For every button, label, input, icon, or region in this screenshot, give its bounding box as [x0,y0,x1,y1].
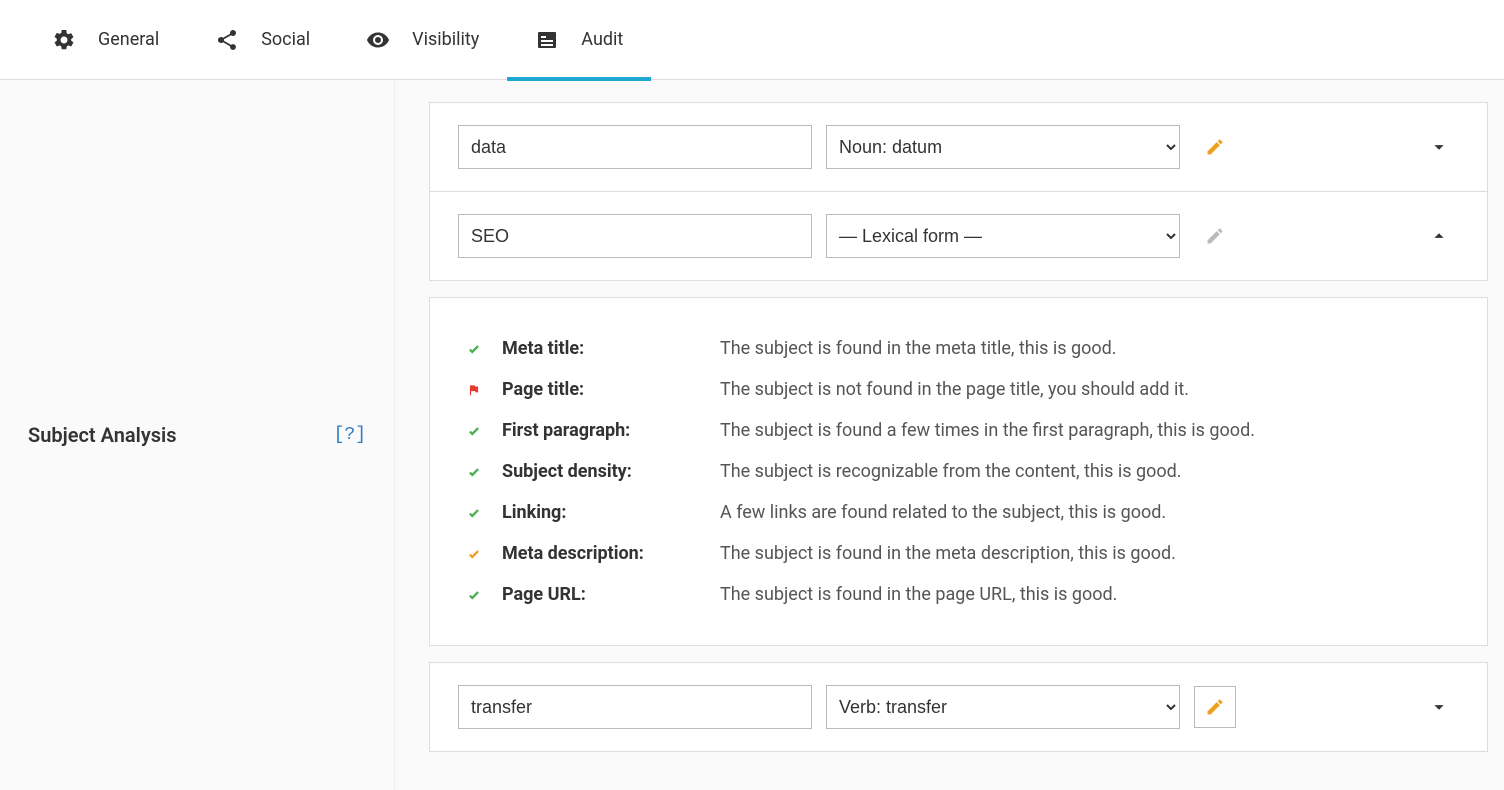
analysis-row: Page title: The subject is not found in … [464,369,1453,410]
analysis-row: Subject density: The subject is recogniz… [464,451,1453,492]
tab-visibility[interactable]: Visibility [338,0,507,80]
subject-block: Verb: transfer [429,662,1488,752]
subject-row: — Lexical form — [430,191,1487,280]
sidebar: Subject Analysis [?] [0,80,395,790]
help-link[interactable]: [?] [334,425,366,445]
tab-label: Visibility [412,29,479,50]
subject-term-input[interactable] [458,214,812,258]
flag-icon [464,379,484,397]
analysis-row: First paragraph: The subject is found a … [464,410,1453,451]
pencil-icon[interactable] [1194,686,1236,728]
analysis-message: The subject is found in the meta title, … [720,338,1453,359]
subject-lex-select[interactable]: Noun: datum [826,125,1180,169]
pencil-icon [1194,215,1236,257]
analysis-label: Linking: [502,502,702,523]
pencil-icon[interactable] [1194,126,1236,168]
share-icon [215,28,239,52]
analysis-message: The subject is recognizable from the con… [720,461,1453,482]
eye-icon [366,28,390,52]
analysis-row: Linking: A few links are found related t… [464,492,1453,533]
analysis-message: The subject is found in the page URL, th… [720,584,1453,605]
check-icon [464,584,484,602]
tab-audit[interactable]: Audit [507,0,651,80]
tab-label: Audit [581,29,623,50]
analysis-label: Page title: [502,379,702,400]
subject-block: Noun: datum — Lexical form — [429,102,1488,281]
analysis-label: Meta title: [502,338,702,359]
analysis-label: Meta description: [502,543,702,564]
tab-label: General [98,29,159,50]
check-icon [464,420,484,438]
analysis-row: Page URL: The subject is found in the pa… [464,574,1453,615]
content-row: Subject Analysis [?] Noun: datum [0,80,1504,790]
chevron-down-icon[interactable] [1419,696,1459,718]
subject-row: Verb: transfer [430,663,1487,751]
check-icon [464,338,484,356]
analysis-label: Subject density: [502,461,702,482]
analysis-message: The subject is found in the meta descrip… [720,543,1453,564]
check-icon [464,502,484,520]
analysis-message: The subject is found a few times in the … [720,420,1453,441]
main-pane: Noun: datum — Lexical form — [395,80,1504,790]
gear-icon [52,28,76,52]
check-icon [464,461,484,479]
analysis-row: Meta description: The subject is found i… [464,533,1453,574]
subject-lex-select[interactable]: — Lexical form — [826,214,1180,258]
audit-icon [535,28,559,52]
tabbar: General Social Visibility Audit [0,0,1504,80]
tab-social[interactable]: Social [187,0,338,80]
chevron-down-icon[interactable] [1419,136,1459,158]
analysis-message: A few links are found related to the sub… [720,502,1453,523]
subject-lex-select[interactable]: Verb: transfer [826,685,1180,729]
tab-general[interactable]: General [24,0,187,80]
check-icon [464,543,484,561]
section-title: Subject Analysis [28,423,177,447]
analysis-row: Meta title: The subject is found in the … [464,328,1453,369]
chevron-up-icon[interactable] [1419,225,1459,247]
subject-row: Noun: datum [430,103,1487,191]
analysis-label: Page URL: [502,584,702,605]
tab-label: Social [261,29,310,50]
analysis-label: First paragraph: [502,420,702,441]
analysis-message: The subject is not found in the page tit… [720,379,1453,400]
subject-term-input[interactable] [458,685,812,729]
subject-term-input[interactable] [458,125,812,169]
analysis-body: Meta title: The subject is found in the … [429,297,1488,646]
